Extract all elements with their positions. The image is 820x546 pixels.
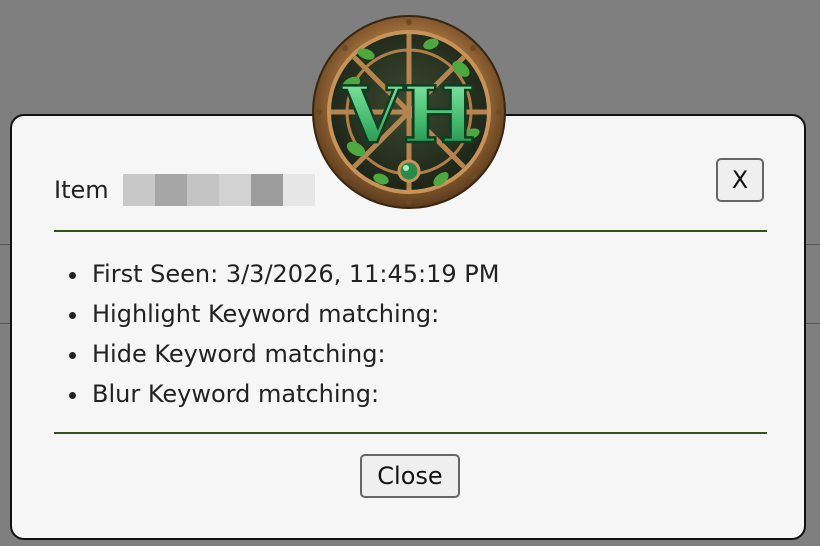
- bottom-divider: [54, 432, 767, 434]
- redacted-block: [250, 174, 283, 206]
- redacted-block: [218, 174, 251, 206]
- item-title-row: Item: [54, 174, 315, 206]
- redacted-block: [186, 174, 219, 206]
- top-divider: [54, 230, 767, 232]
- close-button[interactable]: Close: [360, 454, 460, 498]
- redacted-block: [122, 174, 155, 206]
- highlight-keyword-item: Highlight Keyword matching:: [90, 294, 499, 334]
- logo-text: VH: [341, 70, 476, 161]
- blur-keyword-item: Blur Keyword matching:: [90, 374, 499, 414]
- item-label: Item: [54, 176, 109, 204]
- redacted-block: [154, 174, 187, 206]
- close-x-button[interactable]: X: [716, 158, 764, 202]
- vh-logo-icon: VH: [312, 15, 506, 209]
- redacted-block: [282, 174, 315, 206]
- hide-keyword-item: Hide Keyword matching:: [90, 334, 499, 374]
- first-seen-item: First Seen: 3/3/2026, 11:45:19 PM: [90, 254, 499, 294]
- info-list: First Seen: 3/3/2026, 11:45:19 PM Highli…: [54, 254, 499, 414]
- redacted-item-id: [122, 174, 315, 206]
